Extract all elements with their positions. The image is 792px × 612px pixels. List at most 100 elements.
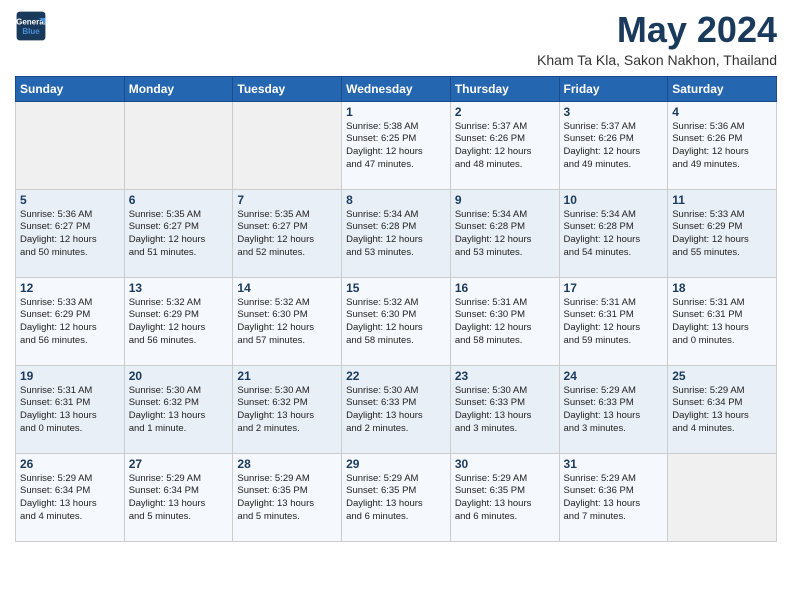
calendar-cell: 25Sunrise: 5:29 AM Sunset: 6:34 PM Dayli… xyxy=(668,365,777,453)
day-info: Sunrise: 5:34 AM Sunset: 6:28 PM Dayligh… xyxy=(346,209,446,260)
day-info: Sunrise: 5:29 AM Sunset: 6:35 PM Dayligh… xyxy=(455,473,555,524)
calendar-cell: 19Sunrise: 5:31 AM Sunset: 6:31 PM Dayli… xyxy=(16,365,125,453)
day-number: 4 xyxy=(672,105,772,119)
calendar-cell: 18 Sunrise: 5:31 AM Sunset: 6:31 PM Dayli… xyxy=(668,277,777,365)
calendar-cell: 2Sunrise: 5:37 AM Sunset: 6:26 PM Daylig… xyxy=(450,101,559,189)
calendar-cell: 20 Sunrise: 5:30 AM Sunset: 6:32 PM Dayli… xyxy=(124,365,233,453)
day-number: 26 xyxy=(20,457,120,471)
day-number: 31 xyxy=(564,457,664,471)
day-info: Sunrise: 5:29 AM Sunset: 6:35 PM Dayligh… xyxy=(346,473,446,524)
day-number: 22 xyxy=(346,369,446,383)
day-number: 29 xyxy=(346,457,446,471)
calendar-week-5: 26 Sunrise: 5:29 AM Sunset: 6:34 PM Dayli… xyxy=(16,453,777,541)
calendar-cell: 15Sunrise: 5:32 AM Sunset: 6:30 PM Dayli… xyxy=(342,277,451,365)
day-header-sunday: Sunday xyxy=(16,76,125,101)
day-number: 6 xyxy=(129,193,229,207)
day-number: 8 xyxy=(346,193,446,207)
header: General Blue May 2024 Kham Ta Kla, Sakon… xyxy=(15,10,777,68)
day-info: Sunrise: 5:32 AM Sunset: 6:30 PM Dayligh… xyxy=(346,297,446,348)
logo: General Blue xyxy=(15,10,47,42)
calendar-cell xyxy=(668,453,777,541)
day-number: 10 xyxy=(564,193,664,207)
day-number: 24 xyxy=(564,369,664,383)
day-info: Sunrise: 5:35 AM Sunset: 6:27 PM Dayligh… xyxy=(129,209,229,260)
calendar-cell: 14 Sunrise: 5:32 AM Sunset: 6:30 PM Dayli… xyxy=(233,277,342,365)
calendar-week-2: 5Sunrise: 5:36 AM Sunset: 6:27 PM Daylig… xyxy=(16,189,777,277)
day-info: Sunrise: 5:29 AM Sunset: 6:34 PM Dayligh… xyxy=(20,473,120,524)
day-info: Sunrise: 5:29 AM Sunset: 6:34 PM Dayligh… xyxy=(129,473,229,524)
day-info: Sunrise: 5:31 AM Sunset: 6:30 PM Dayligh… xyxy=(455,297,555,348)
day-number: 16 xyxy=(455,281,555,295)
calendar-cell: 9Sunrise: 5:34 AM Sunset: 6:28 PM Daylig… xyxy=(450,189,559,277)
svg-text:Blue: Blue xyxy=(22,27,40,36)
day-number: 7 xyxy=(237,193,337,207)
day-number: 30 xyxy=(455,457,555,471)
day-number: 12 xyxy=(20,281,120,295)
calendar-cell: 6 Sunrise: 5:35 AM Sunset: 6:27 PM Daylig… xyxy=(124,189,233,277)
day-info: Sunrise: 5:34 AM Sunset: 6:28 PM Dayligh… xyxy=(455,209,555,260)
day-number: 28 xyxy=(237,457,337,471)
calendar-cell: 11Sunrise: 5:33 AM Sunset: 6:29 PM Dayli… xyxy=(668,189,777,277)
day-info: Sunrise: 5:29 AM Sunset: 6:34 PM Dayligh… xyxy=(672,385,772,436)
day-info: Sunrise: 5:29 AM Sunset: 6:36 PM Dayligh… xyxy=(564,473,664,524)
day-number: 23 xyxy=(455,369,555,383)
day-info: Sunrise: 5:30 AM Sunset: 6:33 PM Dayligh… xyxy=(455,385,555,436)
title-block: May 2024 Kham Ta Kla, Sakon Nakhon, Thai… xyxy=(537,10,777,68)
day-info: Sunrise: 5:37 AM Sunset: 6:26 PM Dayligh… xyxy=(564,121,664,172)
calendar-week-1: 1Sunrise: 5:38 AM Sunset: 6:25 PM Daylig… xyxy=(16,101,777,189)
calendar-cell: 13 Sunrise: 5:32 AM Sunset: 6:29 PM Dayli… xyxy=(124,277,233,365)
day-info: Sunrise: 5:30 AM Sunset: 6:32 PM Dayligh… xyxy=(237,385,337,436)
day-header-saturday: Saturday xyxy=(668,76,777,101)
day-info: Sunrise: 5:32 AM Sunset: 6:30 PM Dayligh… xyxy=(237,297,337,348)
calendar-cell xyxy=(16,101,125,189)
calendar-cell: 26 Sunrise: 5:29 AM Sunset: 6:34 PM Dayli… xyxy=(16,453,125,541)
day-header-monday: Monday xyxy=(124,76,233,101)
calendar-cell: 3 Sunrise: 5:37 AM Sunset: 6:26 PM Daylig… xyxy=(559,101,668,189)
location: Kham Ta Kla, Sakon Nakhon, Thailand xyxy=(537,52,777,68)
calendar-header-row: SundayMondayTuesdayWednesdayThursdayFrid… xyxy=(16,76,777,101)
day-info: Sunrise: 5:33 AM Sunset: 6:29 PM Dayligh… xyxy=(20,297,120,348)
day-info: Sunrise: 5:31 AM Sunset: 6:31 PM Dayligh… xyxy=(672,297,772,348)
day-info: Sunrise: 5:36 AM Sunset: 6:27 PM Dayligh… xyxy=(20,209,120,260)
calendar-cell: 27 Sunrise: 5:29 AM Sunset: 6:34 PM Dayli… xyxy=(124,453,233,541)
day-header-tuesday: Tuesday xyxy=(233,76,342,101)
day-number: 13 xyxy=(129,281,229,295)
calendar-cell: 16 Sunrise: 5:31 AM Sunset: 6:30 PM Dayli… xyxy=(450,277,559,365)
day-number: 20 xyxy=(129,369,229,383)
day-info: Sunrise: 5:32 AM Sunset: 6:29 PM Dayligh… xyxy=(129,297,229,348)
day-info: Sunrise: 5:31 AM Sunset: 6:31 PM Dayligh… xyxy=(20,385,120,436)
day-number: 27 xyxy=(129,457,229,471)
calendar-cell: 24Sunrise: 5:29 AM Sunset: 6:33 PM Dayli… xyxy=(559,365,668,453)
calendar-cell: 5Sunrise: 5:36 AM Sunset: 6:27 PM Daylig… xyxy=(16,189,125,277)
day-number: 3 xyxy=(564,105,664,119)
day-number: 17 xyxy=(564,281,664,295)
calendar-cell: 23 Sunrise: 5:30 AM Sunset: 6:33 PM Dayli… xyxy=(450,365,559,453)
calendar-cell: 30 Sunrise: 5:29 AM Sunset: 6:35 PM Dayli… xyxy=(450,453,559,541)
day-header-friday: Friday xyxy=(559,76,668,101)
month-title: May 2024 xyxy=(537,10,777,50)
calendar-cell: 4 Sunrise: 5:36 AM Sunset: 6:26 PM Daylig… xyxy=(668,101,777,189)
calendar-cell: 8 Sunrise: 5:34 AM Sunset: 6:28 PM Daylig… xyxy=(342,189,451,277)
day-info: Sunrise: 5:33 AM Sunset: 6:29 PM Dayligh… xyxy=(672,209,772,260)
calendar-cell: 1Sunrise: 5:38 AM Sunset: 6:25 PM Daylig… xyxy=(342,101,451,189)
day-info: Sunrise: 5:35 AM Sunset: 6:27 PM Dayligh… xyxy=(237,209,337,260)
calendar-week-3: 12 Sunrise: 5:33 AM Sunset: 6:29 PM Dayli… xyxy=(16,277,777,365)
page: General Blue May 2024 Kham Ta Kla, Sakon… xyxy=(0,0,792,612)
calendar-cell: 22Sunrise: 5:30 AM Sunset: 6:33 PM Dayli… xyxy=(342,365,451,453)
day-info: Sunrise: 5:37 AM Sunset: 6:26 PM Dayligh… xyxy=(455,121,555,172)
calendar-cell: 29 Sunrise: 5:29 AM Sunset: 6:35 PM Dayli… xyxy=(342,453,451,541)
calendar-cell: 10 Sunrise: 5:34 AM Sunset: 6:28 PM Dayli… xyxy=(559,189,668,277)
day-info: Sunrise: 5:30 AM Sunset: 6:32 PM Dayligh… xyxy=(129,385,229,436)
day-info: Sunrise: 5:34 AM Sunset: 6:28 PM Dayligh… xyxy=(564,209,664,260)
calendar-cell: 21Sunrise: 5:30 AM Sunset: 6:32 PM Dayli… xyxy=(233,365,342,453)
day-info: Sunrise: 5:38 AM Sunset: 6:25 PM Dayligh… xyxy=(346,121,446,172)
calendar-cell xyxy=(124,101,233,189)
day-info: Sunrise: 5:36 AM Sunset: 6:26 PM Dayligh… xyxy=(672,121,772,172)
day-info: Sunrise: 5:29 AM Sunset: 6:35 PM Dayligh… xyxy=(237,473,337,524)
calendar: SundayMondayTuesdayWednesdayThursdayFrid… xyxy=(15,76,777,542)
day-header-wednesday: Wednesday xyxy=(342,76,451,101)
calendar-cell: 31 Sunrise: 5:29 AM Sunset: 6:36 PM Dayli… xyxy=(559,453,668,541)
day-number: 14 xyxy=(237,281,337,295)
calendar-cell xyxy=(233,101,342,189)
day-number: 18 xyxy=(672,281,772,295)
